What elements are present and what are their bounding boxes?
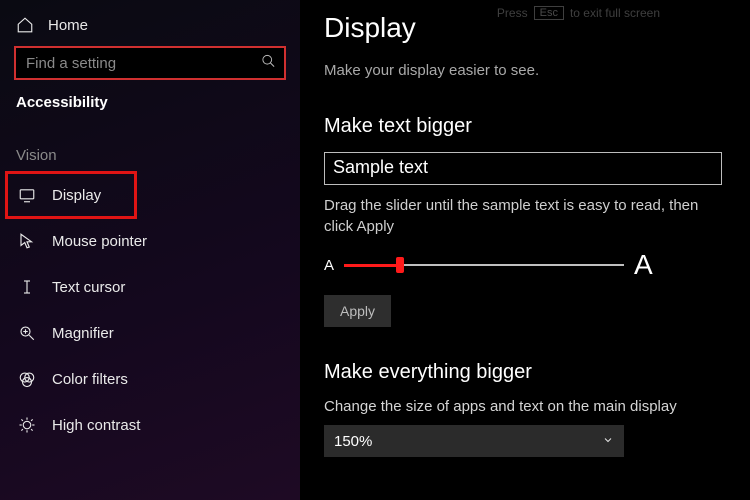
sidebar-item-label: Display <box>52 187 101 204</box>
search-input[interactable] <box>14 46 286 80</box>
display-icon <box>18 186 36 204</box>
make-everything-bigger-heading: Make everything bigger <box>324 361 726 384</box>
text-size-slider[interactable] <box>344 258 624 272</box>
mouse-pointer-icon <box>18 232 36 250</box>
sidebar-item-color-filters[interactable]: Color filters <box>8 356 292 402</box>
hint-press: Press <box>497 6 528 20</box>
text-cursor-icon <box>18 278 36 296</box>
sidebar-section-title: Accessibility <box>8 94 292 129</box>
scale-select-value: 150% <box>334 433 372 450</box>
main-content: Press Esc to exit full screen Display Ma… <box>300 0 750 500</box>
sidebar-item-mouse-pointer[interactable]: Mouse pointer <box>8 218 292 264</box>
make-text-bigger-heading: Make text bigger <box>324 115 726 138</box>
sidebar-item-label: Magnifier <box>52 325 114 342</box>
home-label: Home <box>48 17 88 34</box>
home-icon <box>16 16 34 34</box>
settings-sidebar: Home Accessibility Vision Display Mouse … <box>0 0 300 500</box>
slider-helper-text: Drag the slider until the sample text is… <box>324 195 724 237</box>
sample-text-box: Sample text <box>324 152 722 185</box>
sidebar-item-label: Mouse pointer <box>52 233 147 250</box>
slider-track-filled <box>344 264 400 267</box>
home-nav[interactable]: Home <box>8 10 292 44</box>
fullscreen-hint: Press Esc to exit full screen <box>497 6 660 20</box>
search-icon <box>261 54 276 73</box>
slider-track-empty <box>400 264 624 266</box>
chevron-down-icon <box>602 433 614 450</box>
sidebar-item-label: High contrast <box>52 417 140 434</box>
everything-helper-text: Change the size of apps and text on the … <box>324 398 726 415</box>
text-size-slider-row: A A <box>324 249 726 281</box>
slider-max-label: A <box>634 249 653 281</box>
magnifier-icon <box>18 324 36 342</box>
apply-button[interactable]: Apply <box>324 295 391 327</box>
scale-select[interactable]: 150% <box>324 425 624 457</box>
sidebar-item-magnifier[interactable]: Magnifier <box>8 310 292 356</box>
search-container <box>14 46 286 80</box>
page-subtitle: Make your display easier to see. <box>324 62 726 79</box>
high-contrast-icon <box>18 416 36 434</box>
sidebar-item-label: Text cursor <box>52 279 125 296</box>
hint-rest: to exit full screen <box>570 6 660 20</box>
sidebar-item-label: Color filters <box>52 371 128 388</box>
sidebar-item-display[interactable]: Display <box>6 172 136 218</box>
sidebar-item-high-contrast[interactable]: High contrast <box>8 402 292 448</box>
sidebar-item-text-cursor[interactable]: Text cursor <box>8 264 292 310</box>
slider-thumb[interactable] <box>396 257 404 273</box>
sidebar-group-vision: Vision <box>8 129 292 172</box>
color-filters-icon <box>18 370 36 388</box>
slider-min-label: A <box>324 257 334 274</box>
esc-key: Esc <box>534 6 564 20</box>
